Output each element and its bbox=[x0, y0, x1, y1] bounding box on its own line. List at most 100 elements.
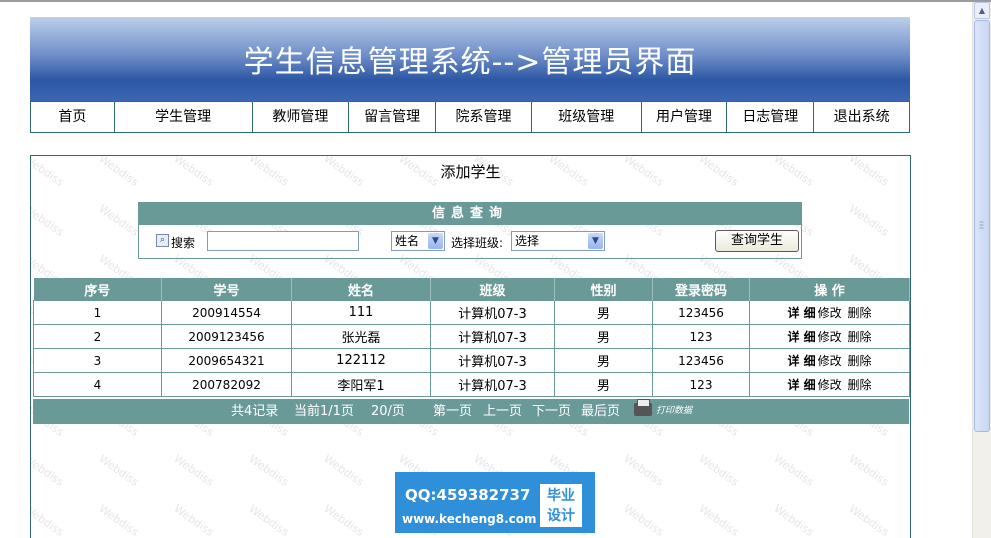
cell-no: 4 bbox=[33, 372, 162, 397]
edit-link[interactable]: 修改 bbox=[818, 354, 842, 368]
cell-name: 122112 bbox=[291, 348, 431, 373]
print-data-link[interactable]: 打印数据 bbox=[656, 399, 692, 424]
cell-no: 3 bbox=[33, 348, 162, 373]
col-header-class: 班级 bbox=[430, 278, 555, 301]
cell-gender: 男 bbox=[554, 324, 653, 349]
query-student-button[interactable]: 查询学生 bbox=[715, 230, 799, 252]
watermark-text: Webdiss bbox=[246, 502, 292, 538]
watermark-text: Webdiss bbox=[321, 452, 367, 489]
search-icon: ⌕ bbox=[156, 234, 169, 247]
watermark-text: Webdiss bbox=[846, 452, 892, 489]
header-banner: 学生信息管理系统-->管理员界面 bbox=[30, 17, 910, 101]
main-nav: 首页 学生管理 教师管理 留言管理 院系管理 班级管理 用户管理 日志管理 退出… bbox=[30, 101, 910, 133]
col-header-id: 学号 bbox=[161, 278, 292, 301]
cell-class: 计算机07-3 bbox=[430, 324, 555, 349]
pager-per-page: 20/页 bbox=[371, 404, 405, 419]
watermark-text: Webdiss bbox=[30, 502, 67, 538]
watermark-text: Webdiss bbox=[771, 502, 817, 538]
cell-name: 张光磊 bbox=[291, 324, 431, 349]
edit-link[interactable]: 修改 bbox=[818, 378, 842, 392]
pager-current: 当前1/1页 bbox=[294, 404, 354, 419]
nav-home[interactable]: 首页 bbox=[31, 102, 115, 132]
watermark-text: Webdiss bbox=[171, 452, 217, 489]
scroll-up-arrow-icon[interactable]: ▲ bbox=[974, 2, 990, 19]
nav-user-management[interactable]: 用户管理 bbox=[642, 102, 728, 132]
field-select[interactable]: 姓名 ▼ bbox=[391, 231, 445, 251]
nav-department-management[interactable]: 院系管理 bbox=[436, 102, 532, 132]
delete-link[interactable]: 删除 bbox=[848, 330, 872, 344]
delete-link[interactable]: 删除 bbox=[848, 306, 872, 320]
window-top-border bbox=[0, 0, 991, 2]
watermark-text: Webdiss bbox=[771, 452, 817, 489]
pager-last-link[interactable]: 最后页 bbox=[581, 399, 620, 424]
class-select[interactable]: 选择 ▼ bbox=[511, 231, 605, 251]
cell-actions: 详 细修改 删除 bbox=[749, 372, 910, 397]
nav-student-management[interactable]: 学生管理 bbox=[115, 102, 253, 132]
watermark-text: Webdiss bbox=[246, 452, 292, 489]
ad-qq-text: QQ:459382737 bbox=[405, 486, 531, 504]
edit-link[interactable]: 修改 bbox=[818, 330, 842, 344]
table-row: 4 200782092 李阳军1 计算机07-3 男 123 详 细修改 删除 bbox=[33, 372, 910, 397]
cell-name: 111 bbox=[291, 300, 431, 325]
pager-prev-link[interactable]: 上一页 bbox=[483, 399, 522, 424]
pagination-bar: 共4记录 当前1/1页 20/页 第一页 上一页 下一页 最后页 打印数据 bbox=[33, 399, 909, 424]
vertical-scrollbar[interactable]: ▲ = = = bbox=[972, 2, 991, 538]
ad-badge-line2: 设计 bbox=[547, 508, 575, 524]
pager-first-link[interactable]: 第一页 bbox=[433, 399, 472, 424]
nav-message-management[interactable]: 留言管理 bbox=[349, 102, 437, 132]
chevron-down-icon: ▼ bbox=[588, 233, 603, 249]
watermark-text: Webdiss bbox=[696, 452, 742, 489]
search-label: 搜索 bbox=[171, 236, 196, 250]
watermark-text: Webdiss bbox=[321, 502, 367, 538]
nav-teacher-management[interactable]: 教师管理 bbox=[253, 102, 350, 132]
panel-title: 添加学生 bbox=[440, 163, 501, 181]
scrollbar-thumb[interactable]: = = = bbox=[974, 20, 990, 432]
cell-id: 2009123456 bbox=[161, 324, 292, 349]
search-input[interactable] bbox=[207, 231, 359, 251]
col-header-actions: 操 作 bbox=[749, 278, 910, 301]
cell-no: 2 bbox=[33, 324, 162, 349]
cell-no: 1 bbox=[33, 300, 162, 325]
delete-link[interactable]: 删除 bbox=[848, 354, 872, 368]
detail-link[interactable]: 详 细 bbox=[787, 306, 815, 320]
cell-class: 计算机07-3 bbox=[430, 372, 555, 397]
cell-actions: 详 细修改 删除 bbox=[749, 324, 910, 349]
chevron-down-icon: ▼ bbox=[428, 233, 443, 249]
main-panel: Webdiss Webdiss Webdiss Webdiss Webdiss Webdi… bbox=[30, 155, 911, 538]
printer-icon[interactable] bbox=[634, 399, 652, 416]
table-row: 3 2009654321 122112 计算机07-3 男 123456 详 细… bbox=[33, 348, 910, 373]
detail-link[interactable]: 详 细 bbox=[787, 354, 815, 368]
detail-link[interactable]: 详 细 bbox=[787, 330, 815, 344]
ad-url-text: www.kecheng8.com bbox=[402, 512, 537, 526]
cell-id: 200914554 bbox=[161, 300, 292, 325]
table-header-row: 序号 学号 姓名 班级 性别 登录密码 操 作 bbox=[33, 278, 910, 301]
watermark-text: Webdiss bbox=[846, 202, 892, 239]
nav-logout[interactable]: 退出系统 bbox=[814, 102, 909, 132]
ad-badge-line1: 毕业 bbox=[547, 488, 575, 504]
cell-password: 123 bbox=[652, 324, 750, 349]
table-row: 1 200914554 111 计算机07-3 男 123456 详 细修改 删… bbox=[33, 300, 910, 325]
ad-banner[interactable]: QQ:459382737 www.kecheng8.com 毕业 设计 bbox=[395, 472, 595, 533]
pager-total: 共4记录 bbox=[231, 404, 279, 419]
page-title: 学生信息管理系统-->管理员界面 bbox=[243, 45, 697, 80]
cell-actions: 详 细修改 删除 bbox=[749, 300, 910, 325]
detail-link[interactable]: 详 细 bbox=[787, 378, 815, 392]
watermark-text: Webdiss bbox=[846, 502, 892, 538]
cell-gender: 男 bbox=[554, 348, 653, 373]
edit-link[interactable]: 修改 bbox=[818, 306, 842, 320]
class-select-label: 选择班级: bbox=[451, 236, 504, 250]
watermark-text: Webdiss bbox=[621, 502, 667, 538]
delete-link[interactable]: 删除 bbox=[848, 378, 872, 392]
cell-actions: 详 细修改 删除 bbox=[749, 348, 910, 373]
nav-log-management[interactable]: 日志管理 bbox=[727, 102, 815, 132]
ad-badge: 毕业 设计 bbox=[540, 484, 582, 527]
nav-class-management[interactable]: 班级管理 bbox=[532, 102, 642, 132]
cell-password: 123456 bbox=[652, 348, 750, 373]
col-header-gender: 性别 bbox=[554, 278, 653, 301]
cell-gender: 男 bbox=[554, 372, 653, 397]
pager-next-link[interactable]: 下一页 bbox=[532, 399, 571, 424]
student-table: 序号 学号 姓名 班级 性别 登录密码 操 作 1 200914554 111 … bbox=[33, 278, 910, 397]
cell-class: 计算机07-3 bbox=[430, 300, 555, 325]
watermark-text: Webdiss bbox=[30, 452, 67, 489]
watermark-text: Webdiss bbox=[96, 502, 142, 538]
